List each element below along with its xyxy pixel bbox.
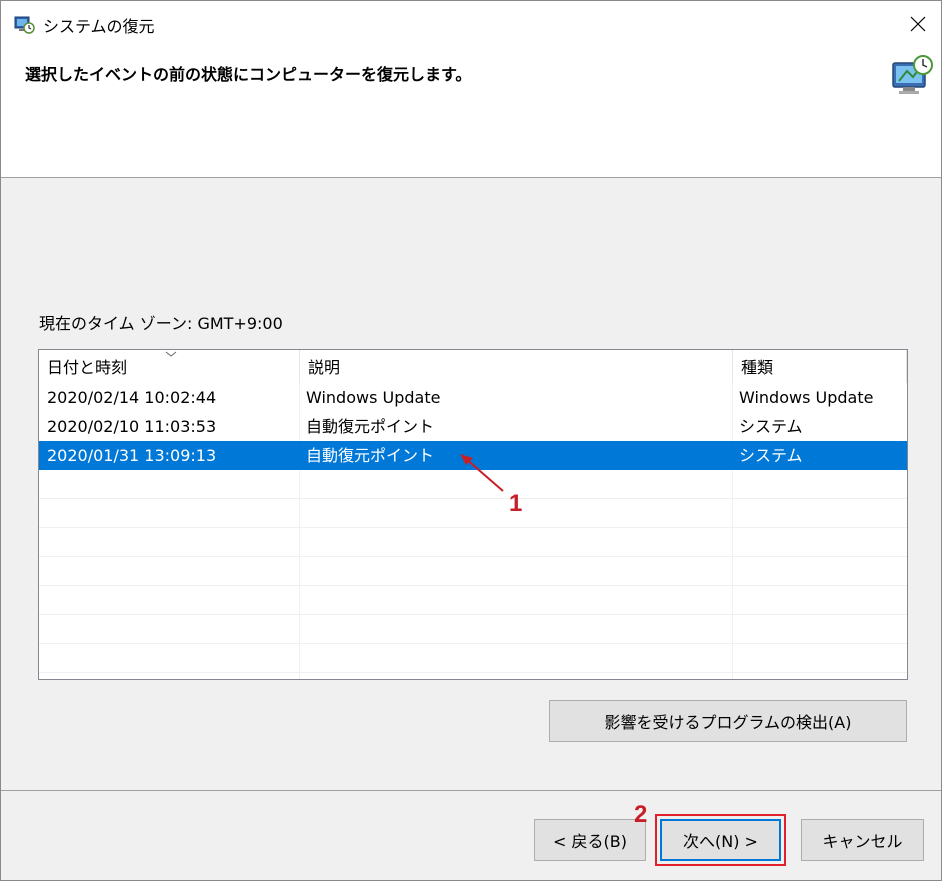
scan-affected-programs-button[interactable]: 影響を受けるプログラムの検出(A) (549, 700, 907, 742)
annotation-step-1: 1 (509, 490, 523, 517)
grid-line (39, 585, 907, 586)
wizard-header: 選択したイベントの前の状態にコンピューターを復元します。 (1, 47, 941, 177)
timezone-label: 現在のタイム ゾーン: GMT+9:00 (39, 314, 283, 333)
computer-restore-icon (892, 55, 933, 94)
cancel-button[interactable]: キャンセル (801, 819, 924, 861)
grid-line (39, 614, 907, 615)
grid-line (39, 527, 907, 528)
row-type: システム (739, 417, 803, 436)
grid-line (39, 643, 907, 644)
title-bar: システムの復元 (1, 1, 941, 47)
table-row[interactable]: 2020/02/10 11:03:53 自動復元ポイント システム (39, 412, 907, 441)
grid-line (39, 672, 907, 673)
sort-descending-icon (165, 351, 177, 357)
table-row[interactable]: 2020/02/14 10:02:44 Windows Update Windo… (39, 383, 907, 412)
list-header: 日付と時刻 説明 種類 (39, 350, 907, 383)
system-restore-window: システムの復元 選択したイベントの前の状態にコンピューターを復元します。 現在の… (0, 0, 942, 881)
instruction-text: 選択したイベントの前の状態にコンピューターを復元します。 (25, 65, 472, 84)
row-description: Windows Update (306, 388, 441, 407)
annotation-step-2: 2 (634, 801, 648, 828)
header-separator (1, 177, 941, 178)
row-date: 2020/02/10 11:03:53 (47, 417, 217, 436)
close-button[interactable] (895, 1, 941, 47)
restore-points-list[interactable]: 日付と時刻 説明 種類 2020/02/14 10:02:44 Windows … (38, 349, 908, 680)
close-icon (910, 16, 926, 32)
column-header-description[interactable]: 説明 (300, 350, 733, 383)
grid-line (39, 498, 907, 499)
grid-line (39, 556, 907, 557)
annotation-arrow-icon (460, 454, 504, 492)
row-type: Windows Update (739, 388, 874, 407)
row-date: 2020/01/31 13:09:13 (47, 446, 217, 465)
row-date: 2020/02/14 10:02:44 (47, 388, 217, 407)
footer-separator (1, 790, 941, 791)
row-description: 自動復元ポイント (306, 417, 435, 436)
row-type: システム (739, 446, 803, 465)
column-header-type[interactable]: 種類 (733, 350, 907, 383)
back-button[interactable]: < 戻る(B) (534, 819, 646, 861)
window-title: システムの復元 (43, 17, 155, 36)
row-description: 自動復元ポイント (306, 446, 435, 465)
next-button[interactable]: 次へ(N) > (660, 819, 781, 861)
system-restore-icon (14, 16, 35, 34)
